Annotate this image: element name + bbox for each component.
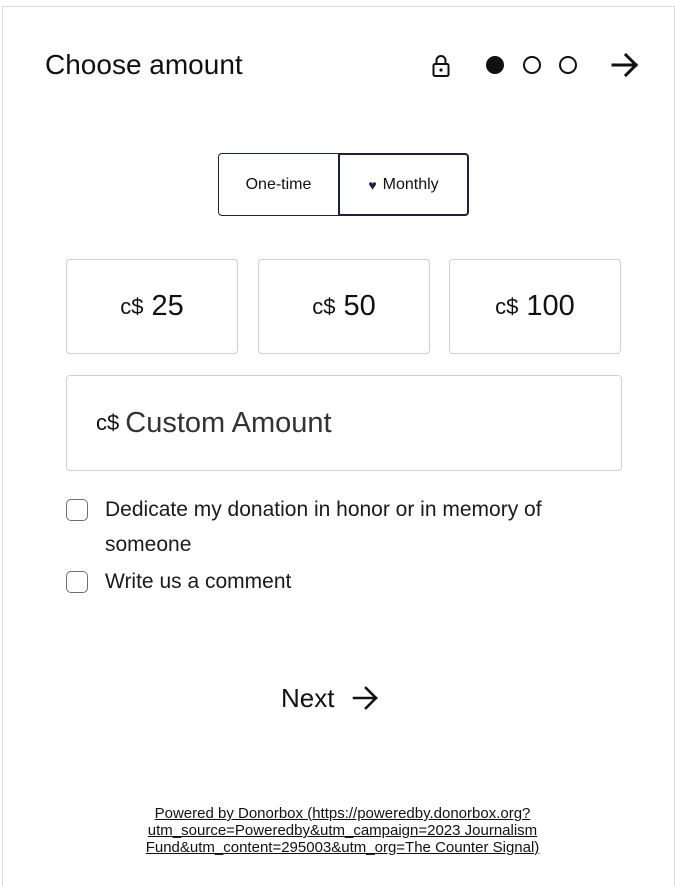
currency-symbol: c$ (312, 293, 336, 319)
frequency-toggle: One-time ♥ Monthly (218, 153, 469, 216)
arrow-right-icon[interactable] (610, 50, 640, 80)
amount-button-50[interactable]: c$ 50 (258, 259, 430, 354)
amount-value: 25 (151, 290, 184, 322)
one-time-button[interactable]: One-time (218, 153, 339, 216)
dedicate-option: Dedicate my donation in honor or in memo… (66, 498, 586, 562)
custom-amount-field[interactable]: c$ (66, 375, 622, 471)
next-button[interactable]: Next (281, 678, 380, 718)
step-indicator-2 (523, 56, 541, 74)
step-indicator-1 (486, 56, 504, 74)
next-label: Next (281, 682, 335, 713)
comment-option: Write us a comment (66, 570, 291, 599)
comment-label: Write us a comment (105, 570, 292, 593)
amount-options: c$ 25 c$ 50 c$ 100 (66, 259, 622, 354)
arrow-right-icon (353, 686, 379, 710)
monthly-label: Monthly (382, 175, 439, 193)
custom-currency-symbol: c$ (96, 410, 120, 435)
currency-symbol: c$ (120, 293, 144, 319)
amount-value: 100 (526, 290, 575, 322)
comment-checkbox[interactable] (66, 571, 88, 593)
one-time-label: One-time (245, 175, 312, 193)
heart-icon: ♥ (368, 176, 377, 193)
currency-symbol: c$ (495, 293, 519, 319)
powered-by-link[interactable]: Powered by Donorbox (https://poweredby.d… (60, 805, 625, 856)
form-title: Choose amount (45, 49, 243, 80)
amount-button-100[interactable]: c$ 100 (449, 259, 621, 354)
monthly-button[interactable]: ♥ Monthly (338, 153, 469, 216)
form-header: Choose amount (45, 44, 645, 88)
lock-icon (432, 55, 450, 77)
dedicate-checkbox[interactable] (66, 499, 88, 521)
amount-button-25[interactable]: c$ 25 (66, 259, 238, 354)
amount-value: 50 (343, 290, 376, 322)
dedicate-label: Dedicate my donation in honor or in memo… (105, 498, 542, 556)
step-indicator-3 (559, 56, 577, 74)
custom-amount-input[interactable] (125, 406, 566, 440)
